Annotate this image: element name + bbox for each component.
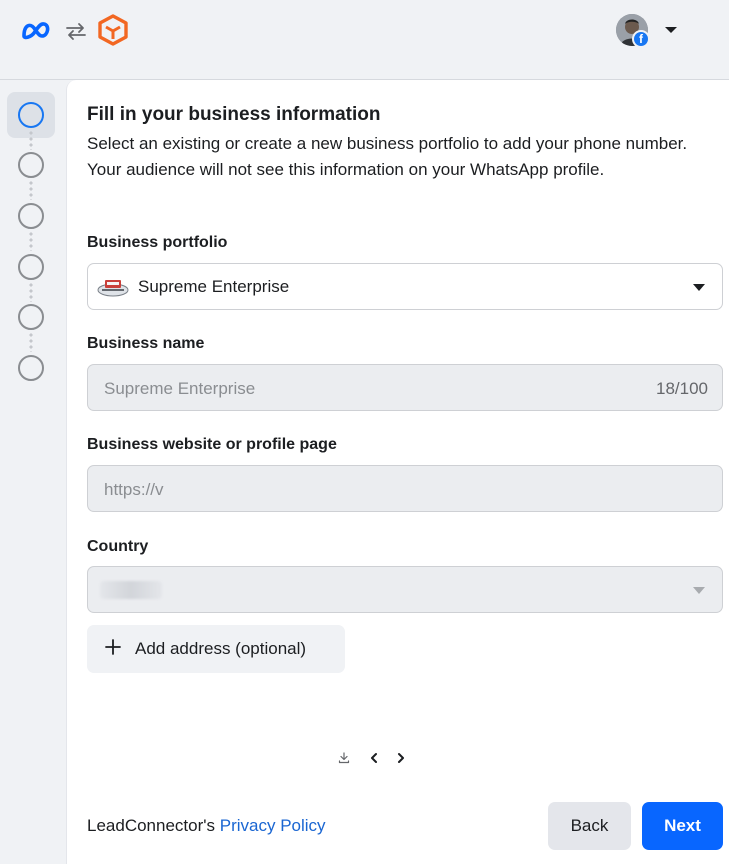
download-icon[interactable] (338, 752, 350, 764)
page-subtitle: Select an existing or create a new busin… (87, 134, 688, 179)
chevron-right-icon[interactable] (395, 752, 407, 764)
step-5-indicator (18, 304, 44, 330)
redacted-country-value (100, 581, 162, 599)
business-website-field[interactable]: https://v (87, 465, 723, 512)
business-portfolio-label: Business portfolio (87, 234, 228, 251)
top-bar: f (0, 0, 729, 80)
business-name-value: Supreme Enterprise (104, 379, 256, 398)
business-website-value: https://v (104, 480, 164, 499)
country-select[interactable] (87, 566, 723, 613)
portfolio-logo-icon (97, 280, 129, 297)
brand-cube-icon (98, 14, 128, 46)
step-connector (29, 332, 33, 352)
step-1-indicator (18, 102, 44, 128)
step-connector (29, 282, 33, 302)
next-button[interactable]: Next (642, 802, 723, 850)
page-title: Fill in your business information (87, 104, 381, 125)
country-label: Country (87, 538, 149, 555)
plus-icon (105, 639, 121, 655)
meta-logo-icon (22, 22, 50, 40)
character-counter: 18/100 (656, 379, 708, 398)
step-connector (29, 180, 33, 200)
business-website-label: Business website or profile page (87, 436, 337, 453)
add-address-button[interactable]: Add address (optional) (87, 625, 345, 673)
step-2-indicator (18, 152, 44, 178)
privacy-notice: LeadConnector's Privacy Policy (87, 816, 326, 836)
facebook-badge-icon: f (632, 30, 650, 48)
step-connector (29, 130, 33, 150)
business-name-field[interactable]: Supreme Enterprise 18/100 (87, 364, 723, 411)
progress-stepper (0, 80, 66, 864)
step-4-indicator (18, 254, 44, 280)
caret-down-icon[interactable] (664, 25, 678, 35)
business-name-label: Business name (87, 335, 205, 352)
business-portfolio-select[interactable]: Supreme Enterprise (87, 263, 723, 310)
chevron-left-icon[interactable] (368, 752, 380, 764)
caret-down-icon (693, 587, 705, 594)
privacy-prefix: LeadConnector's (87, 816, 220, 835)
swap-arrows-icon (66, 23, 86, 40)
portfolio-selected-value: Supreme Enterprise (138, 277, 290, 296)
step-3-indicator (18, 203, 44, 229)
step-connector (29, 231, 33, 251)
back-button[interactable]: Back (548, 802, 631, 850)
add-address-label: Add address (optional) (135, 639, 307, 658)
privacy-policy-link[interactable]: Privacy Policy (220, 816, 326, 835)
profile-avatar[interactable]: f (616, 14, 650, 48)
step-6-indicator (18, 355, 44, 381)
caret-down-icon (693, 284, 705, 291)
